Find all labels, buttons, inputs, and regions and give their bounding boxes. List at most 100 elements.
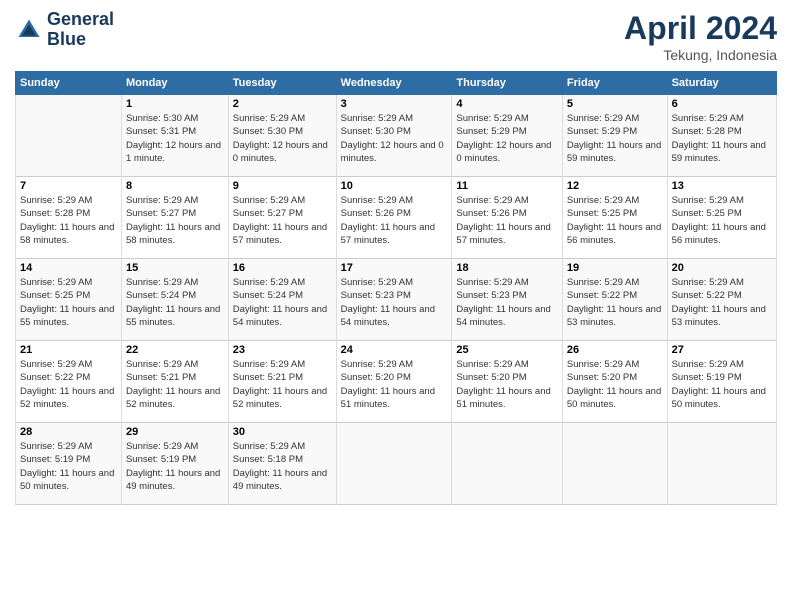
day-number: 25 [456, 344, 557, 356]
day-info: Sunrise: 5:29 AMSunset: 5:22 PMDaylight:… [672, 276, 772, 329]
col-sunday: Sunday [16, 72, 122, 95]
week-row-0: 1 Sunrise: 5:30 AMSunset: 5:31 PMDaylight… [16, 95, 777, 177]
day-info: Sunrise: 5:29 AMSunset: 5:19 PMDaylight:… [126, 440, 224, 493]
day-info: Sunrise: 5:29 AMSunset: 5:25 PMDaylight:… [672, 194, 772, 247]
day-cell: 13Sunrise: 5:29 AMSunset: 5:25 PMDayligh… [667, 177, 776, 259]
day-cell: 21Sunrise: 5:29 AMSunset: 5:22 PMDayligh… [16, 341, 122, 423]
col-wednesday: Wednesday [336, 72, 452, 95]
day-number: 2 [233, 98, 332, 110]
day-cell: 26 Sunrise: 5:29 AMSunset: 5:20 PMDayligh… [562, 341, 667, 423]
day-info: Sunrise: 5:29 AMSunset: 5:25 PMDaylight:… [20, 276, 117, 329]
day-cell: 8Sunrise: 5:29 AMSunset: 5:27 PMDaylight… [121, 177, 228, 259]
day-cell: 24 Sunrise: 5:29 AMSunset: 5:20 PMDayligh… [336, 341, 452, 423]
day-number: 1 [126, 98, 224, 110]
calendar-table: Sunday Monday Tuesday Wednesday Thursday… [15, 71, 777, 505]
day-cell [562, 423, 667, 505]
day-info: Sunrise: 5:29 AMSunset: 5:19 PMDaylight:… [672, 358, 772, 411]
day-info: Sunrise: 5:29 AMSunset: 5:25 PMDaylight:… [567, 194, 663, 247]
day-number: 6 [672, 98, 772, 110]
day-cell: 11Sunrise: 5:29 AMSunset: 5:26 PMDayligh… [452, 177, 562, 259]
day-number: 14 [20, 262, 117, 274]
calendar-body: 1 Sunrise: 5:30 AMSunset: 5:31 PMDaylight… [16, 95, 777, 505]
day-info: Sunrise: 5:29 AMSunset: 5:22 PMDaylight:… [567, 276, 663, 329]
day-number: 20 [672, 262, 772, 274]
day-cell [16, 95, 122, 177]
day-number: 26 [567, 344, 663, 356]
week-row-2: 14 Sunrise: 5:29 AMSunset: 5:25 PMDayligh… [16, 259, 777, 341]
col-friday: Friday [562, 72, 667, 95]
day-number: 18 [456, 262, 557, 274]
day-info: Sunrise: 5:29 AMSunset: 5:29 PMDaylight:… [456, 112, 557, 165]
day-cell: 16 Sunrise: 5:29 AMSunset: 5:24 PMDayligh… [228, 259, 336, 341]
day-info: Sunrise: 5:29 AMSunset: 5:20 PMDaylight:… [341, 358, 448, 411]
logo-icon [15, 16, 43, 44]
logo-text: General Blue [47, 10, 114, 50]
day-info: Sunrise: 5:29 AMSunset: 5:21 PMDaylight:… [233, 358, 332, 411]
col-monday: Monday [121, 72, 228, 95]
day-number: 8 [126, 180, 224, 192]
day-number: 5 [567, 98, 663, 110]
day-info: Sunrise: 5:29 AMSunset: 5:24 PMDaylight:… [126, 276, 224, 329]
calendar-header: Sunday Monday Tuesday Wednesday Thursday… [16, 72, 777, 95]
day-number: 22 [126, 344, 224, 356]
day-cell: 19 Sunrise: 5:29 AMSunset: 5:22 PMDayligh… [562, 259, 667, 341]
day-info: Sunrise: 5:29 AMSunset: 5:28 PMDaylight:… [672, 112, 772, 165]
header-row: Sunday Monday Tuesday Wednesday Thursday… [16, 72, 777, 95]
location: Tekung, Indonesia [624, 47, 777, 63]
day-cell: 14 Sunrise: 5:29 AMSunset: 5:25 PMDayligh… [16, 259, 122, 341]
day-info: Sunrise: 5:29 AMSunset: 5:29 PMDaylight:… [567, 112, 663, 165]
day-number: 24 [341, 344, 448, 356]
day-cell: 22 Sunrise: 5:29 AMSunset: 5:21 PMDayligh… [121, 341, 228, 423]
day-number: 29 [126, 426, 224, 438]
day-info: Sunrise: 5:29 AMSunset: 5:23 PMDaylight:… [341, 276, 448, 329]
day-info: Sunrise: 5:29 AMSunset: 5:30 PMDaylight:… [233, 112, 332, 165]
day-number: 23 [233, 344, 332, 356]
day-cell: 7Sunrise: 5:29 AMSunset: 5:28 PMDaylight… [16, 177, 122, 259]
day-number: 28 [20, 426, 117, 438]
logo-line1: General [47, 10, 114, 30]
day-cell [336, 423, 452, 505]
day-cell: 18Sunrise: 5:29 AMSunset: 5:23 PMDayligh… [452, 259, 562, 341]
day-number: 19 [567, 262, 663, 274]
day-cell: 3 Sunrise: 5:29 AMSunset: 5:30 PMDaylight… [336, 95, 452, 177]
day-number: 30 [233, 426, 332, 438]
day-number: 15 [126, 262, 224, 274]
day-cell: 4Sunrise: 5:29 AMSunset: 5:29 PMDaylight… [452, 95, 562, 177]
day-info: Sunrise: 5:29 AMSunset: 5:26 PMDaylight:… [341, 194, 448, 247]
day-cell [452, 423, 562, 505]
day-info: Sunrise: 5:29 AMSunset: 5:21 PMDaylight:… [126, 358, 224, 411]
day-cell: 1 Sunrise: 5:30 AMSunset: 5:31 PMDaylight… [121, 95, 228, 177]
day-info: Sunrise: 5:29 AMSunset: 5:20 PMDaylight:… [567, 358, 663, 411]
day-info: Sunrise: 5:29 AMSunset: 5:18 PMDaylight:… [233, 440, 332, 493]
day-info: Sunrise: 5:29 AMSunset: 5:24 PMDaylight:… [233, 276, 332, 329]
day-info: Sunrise: 5:29 AMSunset: 5:20 PMDaylight:… [456, 358, 557, 411]
day-cell: 5 Sunrise: 5:29 AMSunset: 5:29 PMDaylight… [562, 95, 667, 177]
day-info: Sunrise: 5:29 AMSunset: 5:19 PMDaylight:… [20, 440, 117, 493]
day-info: Sunrise: 5:29 AMSunset: 5:28 PMDaylight:… [20, 194, 117, 247]
day-cell [667, 423, 776, 505]
page-container: General Blue April 2024 Tekung, Indonesi… [0, 0, 792, 515]
day-cell: 15 Sunrise: 5:29 AMSunset: 5:24 PMDayligh… [121, 259, 228, 341]
day-number: 27 [672, 344, 772, 356]
title-area: April 2024 Tekung, Indonesia [624, 10, 777, 63]
day-cell: 28 Sunrise: 5:29 AMSunset: 5:19 PMDayligh… [16, 423, 122, 505]
day-number: 16 [233, 262, 332, 274]
day-number: 3 [341, 98, 448, 110]
day-number: 9 [233, 180, 332, 192]
day-info: Sunrise: 5:30 AMSunset: 5:31 PMDaylight:… [126, 112, 224, 165]
day-cell: 6 Sunrise: 5:29 AMSunset: 5:28 PMDaylight… [667, 95, 776, 177]
month-title: April 2024 [624, 10, 777, 47]
col-saturday: Saturday [667, 72, 776, 95]
day-cell: 23 Sunrise: 5:29 AMSunset: 5:21 PMDayligh… [228, 341, 336, 423]
day-number: 11 [456, 180, 557, 192]
day-info: Sunrise: 5:29 AMSunset: 5:30 PMDaylight:… [341, 112, 448, 165]
header: General Blue April 2024 Tekung, Indonesi… [15, 10, 777, 63]
day-number: 10 [341, 180, 448, 192]
logo-line2: Blue [47, 30, 114, 50]
day-cell: 12 Sunrise: 5:29 AMSunset: 5:25 PMDayligh… [562, 177, 667, 259]
day-cell: 30 Sunrise: 5:29 AMSunset: 5:18 PMDayligh… [228, 423, 336, 505]
day-number: 12 [567, 180, 663, 192]
day-info: Sunrise: 5:29 AMSunset: 5:27 PMDaylight:… [233, 194, 332, 247]
day-cell: 25 Sunrise: 5:29 AMSunset: 5:20 PMDayligh… [452, 341, 562, 423]
logo: General Blue [15, 10, 114, 50]
